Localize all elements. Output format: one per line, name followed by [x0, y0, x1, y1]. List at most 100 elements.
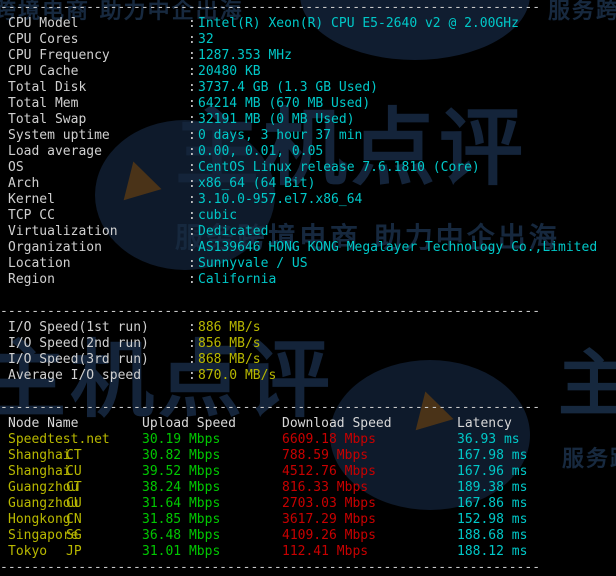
info-row: System uptime : 0 days, 3 hour 37 min [0, 128, 616, 144]
cell-download-speed: 3617.29 Mbps [282, 512, 376, 527]
cell-download-speed: 4512.76 Mbps [282, 464, 376, 479]
cell-isp [66, 432, 142, 448]
info-label: OS [8, 160, 24, 175]
cell-isp: CU [66, 496, 82, 511]
info-colon: : [188, 176, 196, 191]
io-value: 870.0 MB/s [198, 368, 277, 383]
table-row: Hongkong CN 31.85 Mbps 3617.29 Mbps 152.… [0, 512, 616, 528]
info-colon: : [188, 80, 196, 95]
cell-upload-speed: 39.52 Mbps [142, 464, 221, 479]
info-colon: : [188, 256, 196, 271]
table-row: Guangzhou CT 38.24 Mbps 816.33 Mbps 189.… [0, 480, 616, 496]
io-colon: : [188, 368, 196, 383]
speedtest-table: Node Name Upload Speed Download Speed La… [0, 416, 616, 560]
cell-latency: 167.96 ms [457, 464, 528, 479]
info-colon: : [188, 144, 196, 159]
info-row: Total Swap : 32191 MB (0 MB Used) [0, 112, 616, 128]
info-value: cubic [198, 208, 238, 223]
cell-latency: 167.98 ms [457, 448, 528, 463]
header-download-speed: Download Speed [282, 416, 392, 431]
cell-latency: 167.86 ms [457, 496, 528, 511]
cell-latency: 189.38 ms [457, 480, 528, 495]
info-label: Arch [8, 176, 40, 191]
cell-node-name: Speedtest.net [8, 432, 110, 447]
info-row: CPU Cores : 32 [0, 32, 616, 48]
header-upload-speed: Upload Speed [142, 416, 236, 431]
cell-download-speed: 6609.18 Mbps [282, 432, 376, 447]
cell-node-name: Shanghai [8, 448, 71, 463]
system-info-block: CPU Model : Intel(R) Xeon(R) CPU E5-2640… [0, 16, 616, 288]
io-colon: : [188, 336, 196, 351]
table-row: Shanghai CT 30.82 Mbps 788.59 Mbps 167.9… [0, 448, 616, 464]
io-value: 868 MB/s [198, 352, 261, 367]
separator-io: ----------------------------------------… [0, 304, 541, 319]
cell-isp: CN [66, 512, 82, 527]
table-header-row: Node Name Upload Speed Download Speed La… [0, 416, 616, 432]
info-colon: : [188, 128, 196, 143]
separator-speedtest: ----------------------------------------… [0, 400, 541, 415]
cell-isp: CU [66, 464, 82, 479]
info-colon: : [188, 160, 196, 175]
info-colon: : [188, 64, 196, 79]
io-row: Average I/O speed : 870.0 MB/s [0, 368, 616, 384]
info-label: Total Swap [8, 112, 87, 127]
info-row: Kernel : 3.10.0-957.el7.x86_64 [0, 192, 616, 208]
info-colon: : [188, 192, 196, 207]
cell-isp: JP [66, 544, 82, 559]
cell-latency: 36.93 ms [457, 432, 520, 447]
info-label: Total Disk [8, 80, 87, 95]
info-row: TCP CC : cubic [0, 208, 616, 224]
info-label: Location [8, 256, 71, 271]
header-isp [66, 416, 142, 432]
cell-latency: 152.98 ms [457, 512, 528, 527]
io-label: Average I/O speed [8, 368, 142, 383]
info-value: 3737.4 GB (1.3 GB Used) [198, 80, 379, 95]
info-row: Load average : 0.00, 0.01, 0.05 [0, 144, 616, 160]
io-colon: : [188, 352, 196, 367]
info-value: 32191 MB (0 MB Used) [198, 112, 355, 127]
info-label: Total Mem [8, 96, 79, 111]
separator-bottom: ----------------------------------------… [0, 560, 541, 575]
info-row: CPU Frequency : 1287.353 MHz [0, 48, 616, 64]
info-row: Region : California [0, 272, 616, 288]
cell-node-name: Tokyo [8, 544, 48, 559]
separator-top: ----------------------------------------… [0, 0, 541, 15]
info-label: Organization [8, 240, 102, 255]
table-row: Guangzhou CU 31.64 Mbps 2703.03 Mbps 167… [0, 496, 616, 512]
info-colon: : [188, 16, 196, 31]
info-row: CPU Cache : 20480 KB [0, 64, 616, 80]
cell-upload-speed: 31.01 Mbps [142, 544, 221, 559]
info-label: CPU Cache [8, 64, 79, 79]
io-row: I/O Speed(3rd run) : 868 MB/s [0, 352, 616, 368]
info-value: 20480 KB [198, 64, 261, 79]
info-row: CPU Model : Intel(R) Xeon(R) CPU E5-2640… [0, 16, 616, 32]
cell-upload-speed: 31.64 Mbps [142, 496, 221, 511]
info-colon: : [188, 224, 196, 239]
info-value: x86_64 (64 Bit) [198, 176, 316, 191]
info-value: Intel(R) Xeon(R) CPU E5-2640 v2 @ 2.00GH… [198, 16, 519, 31]
info-row: Total Mem : 64214 MB (670 MB Used) [0, 96, 616, 112]
info-row: Location : Sunnyvale / US [0, 256, 616, 272]
io-label: I/O Speed(1st run) [8, 320, 149, 335]
io-label: I/O Speed(2nd run) [8, 336, 149, 351]
cell-isp: CT [66, 448, 82, 463]
cell-upload-speed: 38.24 Mbps [142, 480, 221, 495]
info-row: Arch : x86_64 (64 Bit) [0, 176, 616, 192]
cell-node-name: Guangzhou [8, 496, 79, 511]
info-label: System uptime [8, 128, 110, 143]
info-colon: : [188, 112, 196, 127]
cell-node-name: Guangzhou [8, 480, 79, 495]
info-value: 64214 MB (670 MB Used) [198, 96, 371, 111]
table-row: Speedtest.net 30.19 Mbps 6609.18 Mbps 36… [0, 432, 616, 448]
info-label: Virtualization [8, 224, 118, 239]
io-row: I/O Speed(2nd run) : 856 MB/s [0, 336, 616, 352]
info-value: Dedicated [198, 224, 269, 239]
cell-download-speed: 112.41 Mbps [282, 544, 369, 559]
info-colon: : [188, 208, 196, 223]
cell-isp: CT [66, 480, 82, 495]
info-value: California [198, 272, 277, 287]
info-label: CPU Cores [8, 32, 79, 47]
info-label: CPU Frequency [8, 48, 110, 63]
